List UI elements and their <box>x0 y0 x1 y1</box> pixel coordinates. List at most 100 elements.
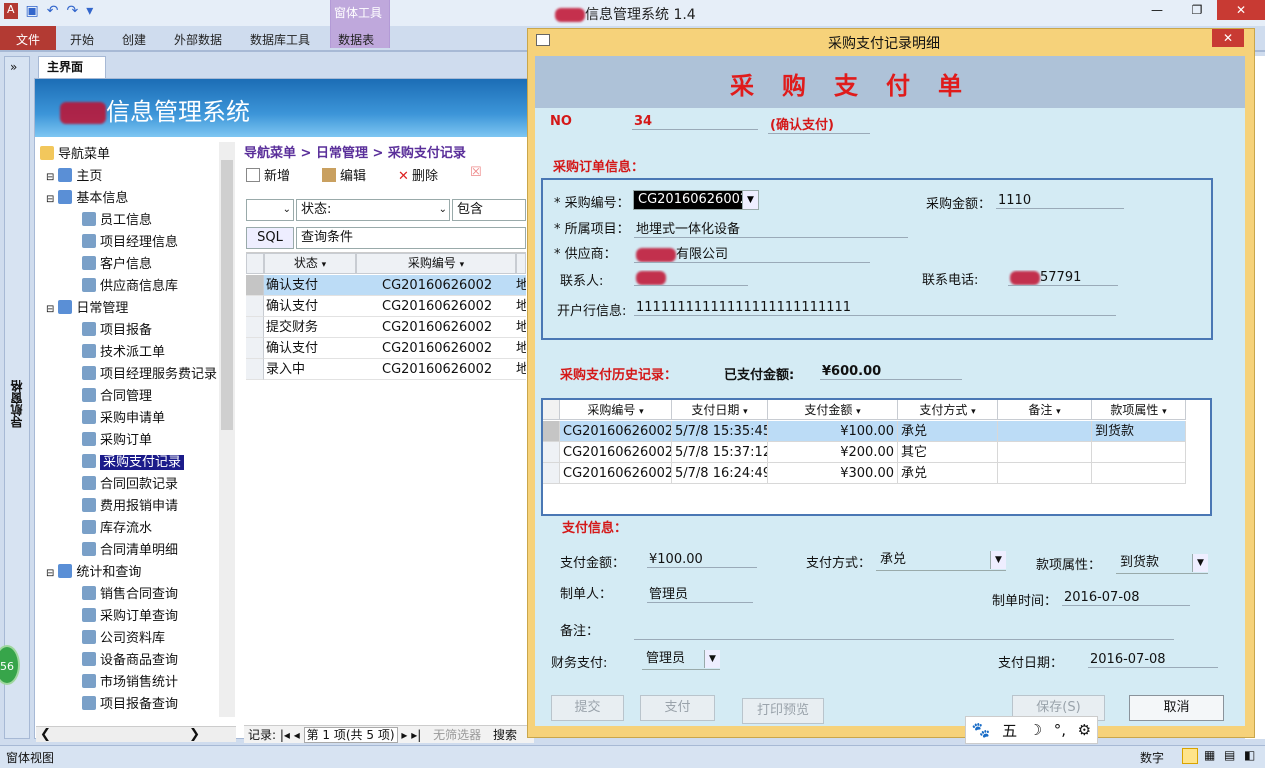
more-button[interactable]: ☒ <box>470 165 482 184</box>
table-row[interactable]: 录入中CG20160626002地 <box>264 359 526 380</box>
pay-date-value[interactable]: 2016-07-08 <box>1088 652 1218 668</box>
column-header-code[interactable]: 采购编号 ▾ <box>356 253 516 274</box>
row-selector[interactable] <box>246 275 264 296</box>
minimize-button[interactable]: — <box>1137 0 1177 20</box>
history-column-header[interactable]: 支付金额 ▾ <box>768 400 898 420</box>
form-view-icon[interactable] <box>1182 748 1198 764</box>
tree-item[interactable]: 项目经理服务费记录 <box>82 364 217 386</box>
expand-icon[interactable]: ⊟ <box>46 172 54 183</box>
tree-item[interactable]: 技术派工单 <box>82 342 165 364</box>
tree-item[interactable]: 员工信息 <box>82 210 152 232</box>
ime-logo-icon[interactable]: 🐾 <box>972 721 991 739</box>
dropdown-icon[interactable]: ▼ <box>1192 554 1208 572</box>
tree-item[interactable]: 设备商品查询 <box>82 650 178 672</box>
add-button[interactable]: 新增 <box>246 165 290 184</box>
expand-icon[interactable]: ⊟ <box>46 568 54 579</box>
tree-item[interactable]: 费用报销申请 <box>82 496 178 518</box>
tree-root[interactable]: 导航菜单 <box>40 144 110 166</box>
last-record-icon[interactable]: ▸| <box>407 728 421 742</box>
tree-item[interactable]: 合同清单明细 <box>82 540 178 562</box>
tree-item[interactable]: ⊟ 基本信息 <box>46 188 128 210</box>
tree-item[interactable]: 供应商信息库 <box>82 276 178 298</box>
row-selector[interactable] <box>246 317 264 338</box>
history-column-header[interactable]: 款项属性 ▾ <box>1092 400 1186 420</box>
tab-home[interactable]: 开始 <box>56 26 108 50</box>
history-cell[interactable]: 承兑 <box>898 463 998 484</box>
finance-pay-select[interactable]: 管理员 ▼ <box>642 650 720 670</box>
dropdown-icon[interactable]: ▼ <box>704 650 720 668</box>
row-selector[interactable] <box>543 442 560 463</box>
operator-select[interactable]: 包含 <box>452 199 526 221</box>
pay-amount-value[interactable]: ¥100.00 <box>647 552 757 568</box>
row-selector[interactable] <box>246 338 264 359</box>
status-filter-select[interactable]: 状态: ⌄ <box>296 199 450 221</box>
table-row[interactable]: 提交财务CG20160626002地 <box>264 317 526 338</box>
pay-attr-select[interactable]: 到货款 ▼ <box>1116 554 1208 574</box>
column-header-status[interactable]: 状态 ▾ <box>264 253 356 274</box>
ime-punct-icon[interactable]: °, <box>1054 721 1066 739</box>
history-cell[interactable]: 5/7/8 16:24:49 <box>672 463 768 484</box>
history-cell[interactable] <box>998 442 1092 463</box>
history-column-header[interactable]: 采购编号 ▾ <box>560 400 672 420</box>
dialog-close-button[interactable]: ✕ <box>1212 29 1244 47</box>
tree-item[interactable]: 市场销售统计 <box>82 672 178 694</box>
tree-item[interactable]: 销售合同查询 <box>82 584 178 606</box>
ime-halfwidth-icon[interactable]: ☽ <box>1029 721 1042 739</box>
history-cell[interactable]: ¥100.00 <box>768 421 898 442</box>
save-icon[interactable]: ▣ <box>26 3 39 19</box>
cancel-button[interactable]: 取消 <box>1129 695 1224 721</box>
tree-item[interactable]: 采购订单查询 <box>82 606 178 628</box>
history-cell[interactable]: CG20160626002 <box>560 442 672 463</box>
history-cell[interactable]: 其它 <box>898 442 998 463</box>
tree-item[interactable]: 采购申请单 <box>82 408 165 430</box>
table-row[interactable]: 确认支付CG20160626002地 <box>264 296 526 317</box>
tree-item[interactable]: 采购订单 <box>82 430 152 452</box>
tab-datasheet[interactable]: 数据表 <box>324 26 388 50</box>
dropdown-icon[interactable]: ▼ <box>742 191 758 209</box>
ime-mode-icon[interactable]: 五 <box>1002 720 1017 741</box>
expand-icon[interactable]: ⊟ <box>46 304 54 315</box>
tree-item[interactable]: 项目报备查询 <box>82 694 178 716</box>
filter-status[interactable]: 无筛选器 <box>433 728 481 742</box>
redo-icon[interactable]: ↷ <box>67 3 79 19</box>
scroll-right-icon[interactable]: ❯ <box>189 727 200 742</box>
history-cell[interactable]: 5/7/8 15:37:12 <box>672 442 768 463</box>
expand-icon[interactable]: ⊟ <box>46 194 54 205</box>
tree-item[interactable]: 客户信息 <box>82 254 152 276</box>
tab-main-form[interactable]: 主界面 <box>38 56 106 78</box>
tree-item[interactable]: 采购支付记录 <box>82 452 185 474</box>
tree-scrollbar-thumb[interactable] <box>221 160 233 430</box>
tree-item[interactable]: 公司资料库 <box>82 628 165 650</box>
row-selector[interactable] <box>246 296 264 317</box>
tree-item[interactable]: ⊟ 主页 <box>46 166 102 188</box>
scroll-left-icon[interactable]: ❮ <box>40 727 51 742</box>
tree-item[interactable]: 库存流水 <box>82 518 152 540</box>
history-cell[interactable] <box>998 463 1092 484</box>
undo-icon[interactable]: ↶ <box>47 3 59 19</box>
pay-method-select[interactable]: 承兑 ▼ <box>876 551 1006 571</box>
row-selector[interactable] <box>543 463 560 484</box>
first-record-icon[interactable]: |◂ <box>280 728 294 742</box>
tree-item[interactable]: 项目经理信息 <box>82 232 178 254</box>
row-selector[interactable] <box>543 421 560 442</box>
datasheet-view-icon[interactable]: ▦ <box>1204 748 1215 762</box>
tree-item[interactable]: ⊟ 日常管理 <box>46 298 128 320</box>
history-column-header[interactable]: 支付日期 ▾ <box>672 400 768 420</box>
table-row[interactable]: 确认支付CG20160626002地 <box>264 338 526 359</box>
delete-button[interactable]: ✕ 删除 <box>398 165 438 184</box>
table-row[interactable]: 确认支付CG20160626002地 <box>264 275 526 296</box>
tree-item[interactable]: ⊟系统管理 <box>46 716 128 717</box>
close-window-button[interactable]: ✕ <box>1217 0 1265 20</box>
tab-external-data[interactable]: 外部数据 <box>160 26 236 50</box>
prev-record-icon[interactable]: ◂ <box>294 728 304 742</box>
history-cell[interactable] <box>1092 442 1186 463</box>
row-selector[interactable] <box>246 359 264 380</box>
field-select[interactable]: ⌄ <box>246 199 294 221</box>
search-box[interactable]: 搜索 <box>493 728 517 742</box>
history-cell[interactable]: 承兑 <box>898 421 998 442</box>
history-cell[interactable]: ¥300.00 <box>768 463 898 484</box>
print-preview-button[interactable]: 打印预览 <box>742 698 824 724</box>
tree-item[interactable]: 合同回款记录 <box>82 474 178 496</box>
ime-settings-icon[interactable]: ⚙ <box>1078 721 1091 739</box>
restore-button[interactable]: ❐ <box>1177 0 1217 20</box>
